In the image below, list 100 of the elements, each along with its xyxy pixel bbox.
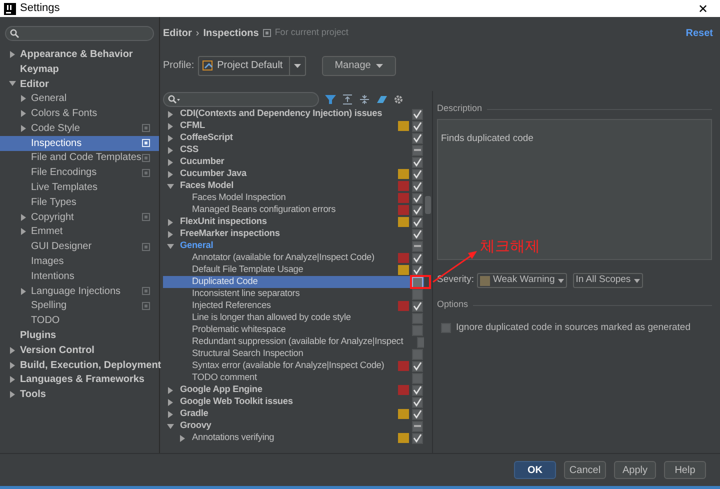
inspection-row[interactable]: Faces Model [163,180,424,192]
checkbox[interactable] [412,408,423,420]
sidebar-item[interactable]: Live Templates [0,180,159,195]
inspection-row[interactable]: FlexUnit inspections [163,216,424,228]
collapsed-arrow-icon[interactable] [20,110,27,118]
inspection-row[interactable]: TODO comment [163,372,424,384]
sidebar-item[interactable]: General [0,91,159,106]
inspection-row[interactable]: General [163,240,424,252]
expanded-arrow-icon[interactable] [167,182,174,190]
checkbox[interactable] [412,384,423,396]
checkbox[interactable] [412,144,423,156]
checkbox[interactable] [412,288,423,300]
collapsed-arrow-icon[interactable] [167,122,174,130]
inspection-row[interactable]: Syntax error (available for Analyze|Inspect Code) [163,360,424,372]
scope-dropdown[interactable]: In All Scopes [572,273,643,288]
collapsed-arrow-icon[interactable] [20,228,27,236]
sidebar-item[interactable]: Inspections [0,136,159,151]
inspection-row[interactable]: Cucumber Java [163,168,424,180]
sidebar-item[interactable]: Intentions [0,268,159,284]
inspection-row[interactable]: Duplicated Code [163,276,424,288]
checkbox[interactable] [412,324,423,336]
sidebar-item[interactable]: Version Control [0,342,159,358]
sidebar-item[interactable]: Plugins [0,328,159,343]
reset-link[interactable]: Reset [686,26,713,40]
checkbox[interactable] [412,396,423,408]
sidebar-item[interactable]: Language Injections [0,284,159,299]
sidebar-item[interactable]: Languages & Frameworks [0,372,159,388]
inspection-row[interactable]: CoffeeScript [163,132,424,144]
sidebar-item[interactable]: Editor [0,76,159,92]
inspection-row[interactable]: Faces Model Inspection [163,192,424,204]
checkbox[interactable] [412,348,423,360]
inspection-row[interactable]: Annotator (available for Analyze|Inspect Code) [163,252,424,264]
filter-field[interactable] [163,92,319,106]
expanded-arrow-icon[interactable] [167,422,174,430]
inspection-row[interactable]: Annotations verifying [163,432,424,444]
collapsed-arrow-icon[interactable] [167,230,174,238]
expanded-arrow-icon[interactable] [167,242,174,250]
sidebar-item[interactable]: File Types [0,194,159,210]
inspection-row[interactable]: Google App Engine [163,384,424,396]
checkbox[interactable] [412,156,423,168]
collapsed-arrow-icon[interactable] [9,362,16,369]
close-button[interactable]: ✕ [690,2,716,14]
collapsed-arrow-icon[interactable] [9,391,16,398]
collapsed-arrow-icon[interactable] [167,134,174,142]
inspection-row[interactable]: Managed Beans configuration errors [163,204,424,216]
checkbox[interactable] [412,360,423,372]
breadcrumb-item[interactable]: Editor [163,26,192,40]
inspection-row[interactable]: Problematic whitespace [163,324,424,336]
checkbox[interactable] [412,216,423,228]
checkbox[interactable] [412,372,423,384]
checkbox[interactable] [412,168,423,180]
collapse-all-icon[interactable] [359,94,370,104]
checkbox[interactable] [412,312,423,324]
collapsed-arrow-icon[interactable] [167,158,174,166]
scrollbar-thumb[interactable] [425,196,431,214]
checkbox[interactable] [412,252,423,264]
sidebar-item[interactable]: TODO [0,313,159,328]
inspection-row[interactable]: Injected References [163,300,424,312]
collapsed-arrow-icon[interactable] [20,288,27,295]
expanded-arrow-icon[interactable] [9,80,16,88]
sidebar-item[interactable]: Build, Execution, Deployment [0,358,159,373]
sidebar-item[interactable]: Emmet [0,224,159,240]
sidebar-item[interactable]: Appearance & Behavior [0,47,159,62]
dialog-button[interactable]: Help [664,461,706,479]
sidebar-item[interactable]: Code Style [0,120,159,136]
checkbox[interactable] [412,300,423,312]
collapsed-arrow-icon[interactable] [167,386,174,394]
filter-icon[interactable] [325,94,336,104]
checkbox[interactable] [412,132,423,144]
checkbox[interactable] [412,120,423,132]
collapsed-arrow-icon[interactable] [20,214,27,221]
collapsed-arrow-icon[interactable] [9,376,16,384]
inspection-row[interactable]: Line is longer than allowed by code style [163,312,424,324]
inspection-row[interactable]: CDI(Contexts and Dependency Injection) issues [163,108,424,120]
dialog-button[interactable]: Apply [614,461,656,479]
expand-all-icon[interactable] [342,94,353,104]
collapsed-arrow-icon[interactable] [20,124,27,132]
collapsed-arrow-icon[interactable] [167,110,174,118]
dialog-button[interactable]: Cancel [564,461,606,479]
checkbox[interactable] [412,108,423,120]
sidebar-item[interactable]: GUI Designer [0,239,159,254]
checkbox[interactable] [412,228,423,240]
checkbox[interactable] [412,420,423,432]
sidebar-item[interactable]: Copyright [0,210,159,225]
checkbox[interactable] [441,323,451,334]
inspection-row[interactable]: Redundant suppression (available for Analyze|Inspect [163,336,424,348]
inspection-row[interactable]: Cucumber [163,156,424,168]
sidebar-item[interactable]: Keymap [0,62,159,77]
sidebar-item[interactable]: Images [0,254,159,269]
collapsed-arrow-icon[interactable] [167,218,174,226]
collapsed-arrow-icon[interactable] [167,398,174,406]
checkbox[interactable] [412,192,423,204]
checkbox[interactable] [412,264,423,276]
inspection-row[interactable]: CSS [163,144,424,156]
severity-dropdown[interactable]: Weak Warning [476,273,567,288]
inspection-row[interactable]: Gradle [163,408,424,420]
inspection-row[interactable]: Google Web Toolkit issues [163,396,424,408]
inspection-row[interactable]: FreeMarker inspections [163,228,424,240]
checkbox[interactable] [412,180,423,192]
collapsed-arrow-icon[interactable] [9,50,16,58]
